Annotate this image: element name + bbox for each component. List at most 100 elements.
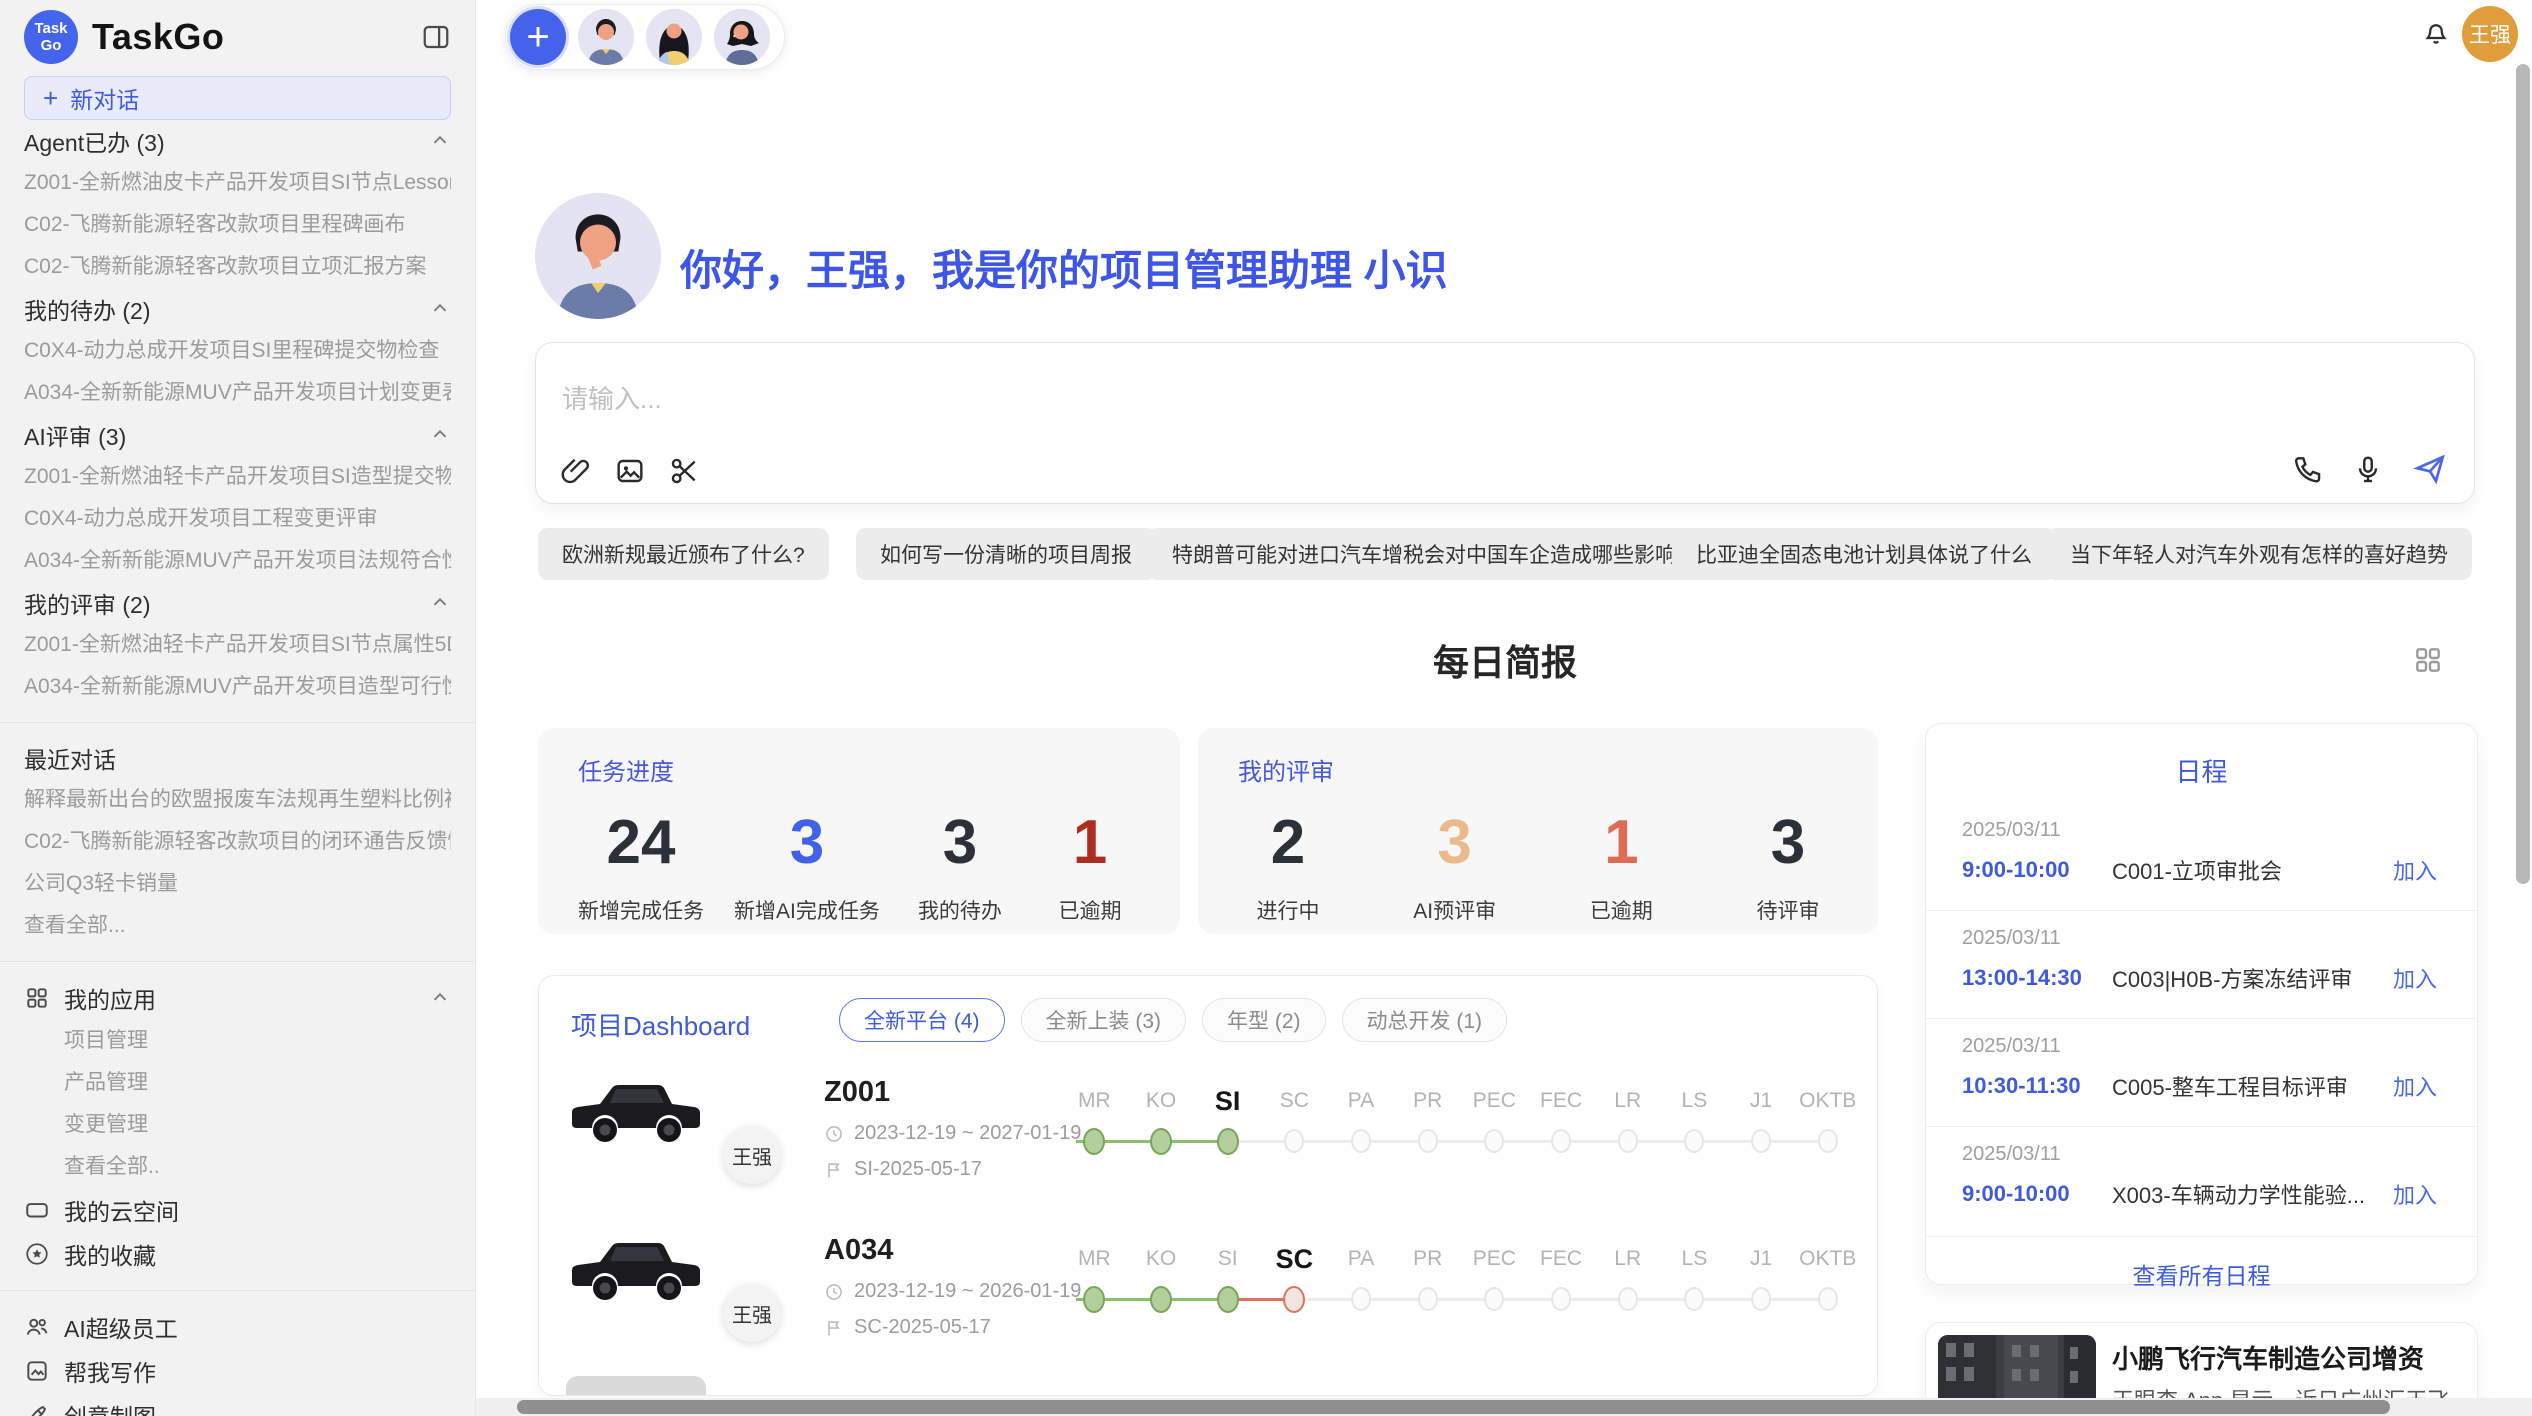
schedule-entry[interactable]: 2025/03/11 10:30-11:30 C005-整车工程目标评审 加入 bbox=[1926, 1019, 2477, 1127]
recent-chat-item[interactable]: C02-飞腾新能源轻客改款项目的闭环通告反馈情况 bbox=[24, 821, 451, 863]
schedule-entry[interactable]: 2025/03/11 13:00-14:30 C003|H0B-方案冻结评审 加… bbox=[1926, 911, 2477, 1019]
schedule-entry[interactable]: 2025/03/11 9:00-10:00 X003-车辆动力学性能验... 加… bbox=[1926, 1127, 2477, 1234]
tab-new-body[interactable]: 全新上装 (3) bbox=[1021, 998, 1187, 1042]
milestone-dot-pending[interactable] bbox=[1551, 1129, 1571, 1153]
stat-ai-pre-review[interactable]: 3 AI预评审 bbox=[1405, 809, 1505, 925]
milestone-dot-done[interactable] bbox=[1217, 1128, 1239, 1155]
brief-layout-grid-icon[interactable] bbox=[2412, 644, 2444, 676]
horizontal-scrollbar-thumb[interactable] bbox=[517, 1400, 2390, 1414]
milestone-dot-pending[interactable] bbox=[1351, 1129, 1371, 1153]
project-row-a034[interactable]: 王强 A034 2023-12-19 ~ 2026-01-19 SC-2025-… bbox=[539, 1220, 1877, 1378]
collapse-sidebar-icon[interactable] bbox=[421, 22, 451, 52]
milestone-dot-overdue[interactable] bbox=[1283, 1286, 1305, 1313]
sidebar-item-help-write[interactable]: 帮我写作 bbox=[24, 1349, 451, 1393]
stat-in-progress[interactable]: 2 进行中 bbox=[1238, 809, 1338, 925]
milestone-dot-pending[interactable] bbox=[1351, 1287, 1371, 1311]
milestone-dot-done[interactable] bbox=[1150, 1128, 1172, 1155]
tab-model-year[interactable]: 年型 (2) bbox=[1202, 998, 1326, 1042]
chevron-up-icon[interactable] bbox=[429, 130, 451, 152]
join-link[interactable]: 加入 bbox=[2393, 1178, 2437, 1210]
milestone-dot-pending[interactable] bbox=[1818, 1129, 1838, 1153]
app-link-change-mgmt[interactable]: 变更管理 bbox=[24, 1104, 451, 1146]
sidebar-task-item[interactable]: Z001-全新燃油轻卡产品开发项目SI节点属性5D文件评审 bbox=[24, 624, 451, 666]
section-header-my-todo[interactable]: 我的待办 (2) bbox=[24, 288, 451, 330]
new-chat-button[interactable]: + 新对话 bbox=[24, 76, 451, 120]
join-link[interactable]: 加入 bbox=[2393, 962, 2437, 994]
chevron-up-icon[interactable] bbox=[429, 424, 451, 446]
section-header-my-review[interactable]: 我的评审 (2) bbox=[24, 582, 451, 624]
section-header-ai-review[interactable]: AI评审 (3) bbox=[24, 414, 451, 456]
view-all-apps-link[interactable]: 查看全部.. bbox=[24, 1146, 451, 1188]
recent-chat-item[interactable]: 解释最新出台的欧盟报废车法规再生塑料比例被调至15%... bbox=[24, 779, 451, 821]
paperclip-icon[interactable] bbox=[560, 455, 592, 487]
sidebar-task-item[interactable]: Z001-全新燃油轻卡产品开发项目SI造型提交物评审 bbox=[24, 456, 451, 498]
milestone-dot-done[interactable] bbox=[1083, 1128, 1105, 1155]
suggestion-chip[interactable]: 当下年轻人对汽车外观有怎样的喜好趋势 bbox=[2046, 528, 2472, 580]
sidebar-task-item[interactable]: C02-飞腾新能源轻客改款项目立项汇报方案 bbox=[24, 246, 451, 288]
add-agent-button[interactable]: + bbox=[510, 9, 566, 65]
milestone-dot-pending[interactable] bbox=[1751, 1129, 1771, 1153]
sidebar-task-item[interactable]: A034-全新新能源MUV产品开发项目造型可行性评审 bbox=[24, 666, 451, 708]
agent-avatar-2[interactable] bbox=[646, 9, 702, 65]
sidebar-task-item[interactable]: A034-全新新能源MUV产品开发项目法规符合性评审 bbox=[24, 540, 451, 582]
suggestion-chip[interactable]: 如何写一份清晰的项目周报 bbox=[856, 528, 1156, 580]
chevron-up-icon[interactable] bbox=[429, 987, 451, 1009]
milestone-dot-done[interactable] bbox=[1217, 1286, 1239, 1313]
stat-new-done[interactable]: 24 新增完成任务 bbox=[578, 809, 704, 925]
vertical-scrollbar-thumb[interactable] bbox=[2516, 64, 2530, 884]
milestone-dot-pending[interactable] bbox=[1284, 1129, 1304, 1153]
sidebar-task-item[interactable]: C0X4-动力总成开发项目SI里程碑提交物检查 bbox=[24, 330, 451, 372]
send-icon[interactable] bbox=[2412, 451, 2448, 487]
app-link-product-mgmt[interactable]: 产品管理 bbox=[24, 1062, 451, 1104]
tab-new-platform[interactable]: 全新平台 (4) bbox=[839, 998, 1005, 1042]
milestone-dot-done[interactable] bbox=[1083, 1286, 1105, 1313]
milestone-dot-pending[interactable] bbox=[1484, 1129, 1504, 1153]
stat-my-todo[interactable]: 3 我的待办 bbox=[910, 809, 1010, 925]
sidebar-item-cloud-space[interactable]: 我的云空间 bbox=[24, 1188, 451, 1232]
scissors-icon[interactable] bbox=[668, 455, 700, 487]
image-icon[interactable] bbox=[614, 455, 646, 487]
sidebar-task-item[interactable]: Z001-全新燃油皮卡产品开发项目SI节点Lesson Learn报告 bbox=[24, 162, 451, 204]
chevron-up-icon[interactable] bbox=[429, 298, 451, 320]
schedule-entry[interactable]: 2025/03/11 9:00-10:00 C001-立项审批会 加入 bbox=[1926, 803, 2477, 911]
agent-avatar-3[interactable] bbox=[714, 9, 770, 65]
chat-input[interactable] bbox=[560, 383, 1764, 416]
milestone-dot-pending[interactable] bbox=[1684, 1129, 1704, 1153]
sidebar-item-creative-draw[interactable]: 创意制图 bbox=[24, 1393, 451, 1416]
recent-chat-item[interactable]: 公司Q3轻卡销量 bbox=[24, 863, 451, 905]
milestone-dot-done[interactable] bbox=[1150, 1286, 1172, 1313]
join-link[interactable]: 加入 bbox=[2393, 854, 2437, 886]
user-avatar[interactable]: 王强 bbox=[2462, 6, 2518, 62]
milestone-dot-pending[interactable] bbox=[1551, 1287, 1571, 1311]
stat-pending-review[interactable]: 3 待评审 bbox=[1738, 809, 1838, 925]
stat-overdue[interactable]: 1 已逾期 bbox=[1040, 809, 1140, 925]
view-all-schedule-link[interactable]: 查看所有日程 bbox=[1926, 1236, 2477, 1311]
milestone-dot-pending[interactable] bbox=[1484, 1287, 1504, 1311]
sidebar-task-item[interactable]: A034-全新新能源MUV产品开发项目计划变更表编写 bbox=[24, 372, 451, 414]
chevron-up-icon[interactable] bbox=[429, 592, 451, 614]
microphone-icon[interactable] bbox=[2352, 453, 2384, 485]
join-link[interactable]: 加入 bbox=[2393, 1070, 2437, 1102]
milestone-dot-pending[interactable] bbox=[1751, 1287, 1771, 1311]
app-link-project-mgmt[interactable]: 项目管理 bbox=[24, 1020, 451, 1062]
stat-review-overdue[interactable]: 1 已逾期 bbox=[1571, 809, 1671, 925]
sidebar-task-item[interactable]: C02-飞腾新能源轻客改款项目里程碑画布 bbox=[24, 204, 451, 246]
stat-new-ai-done[interactable]: 3 新增AI完成任务 bbox=[734, 809, 880, 925]
sidebar-item-my-apps[interactable]: 我的应用 bbox=[24, 976, 451, 1020]
suggestion-chip[interactable]: 特朗普可能对进口汽车增税会对中国车企造成哪些影响 bbox=[1148, 528, 1700, 580]
notifications-bell-icon[interactable] bbox=[2420, 16, 2452, 48]
sidebar-item-ai-employee[interactable]: AI超级员工 bbox=[24, 1305, 451, 1349]
milestone-dot-pending[interactable] bbox=[1418, 1129, 1438, 1153]
tab-powertrain[interactable]: 动总开发 (1) bbox=[1342, 998, 1508, 1042]
agent-avatar-1[interactable] bbox=[578, 9, 634, 65]
milestone-dot-pending[interactable] bbox=[1418, 1287, 1438, 1311]
phone-icon[interactable] bbox=[2292, 453, 2324, 485]
sidebar-task-item[interactable]: C0X4-动力总成开发项目工程变更评审 bbox=[24, 498, 451, 540]
section-header-agent-done[interactable]: Agent已办 (3) bbox=[24, 120, 451, 162]
milestone-dot-pending[interactable] bbox=[1684, 1287, 1704, 1311]
project-row-z001[interactable]: 王强 Z001 2023-12-19 ~ 2027-01-19 SI-2025-… bbox=[539, 1062, 1877, 1220]
sidebar-item-favorites[interactable]: 我的收藏 bbox=[24, 1232, 451, 1276]
suggestion-chip[interactable]: 欧洲新规最近颁布了什么? bbox=[538, 528, 829, 580]
view-all-chats-link[interactable]: 查看全部... bbox=[24, 905, 451, 947]
milestone-dot-pending[interactable] bbox=[1618, 1287, 1638, 1311]
